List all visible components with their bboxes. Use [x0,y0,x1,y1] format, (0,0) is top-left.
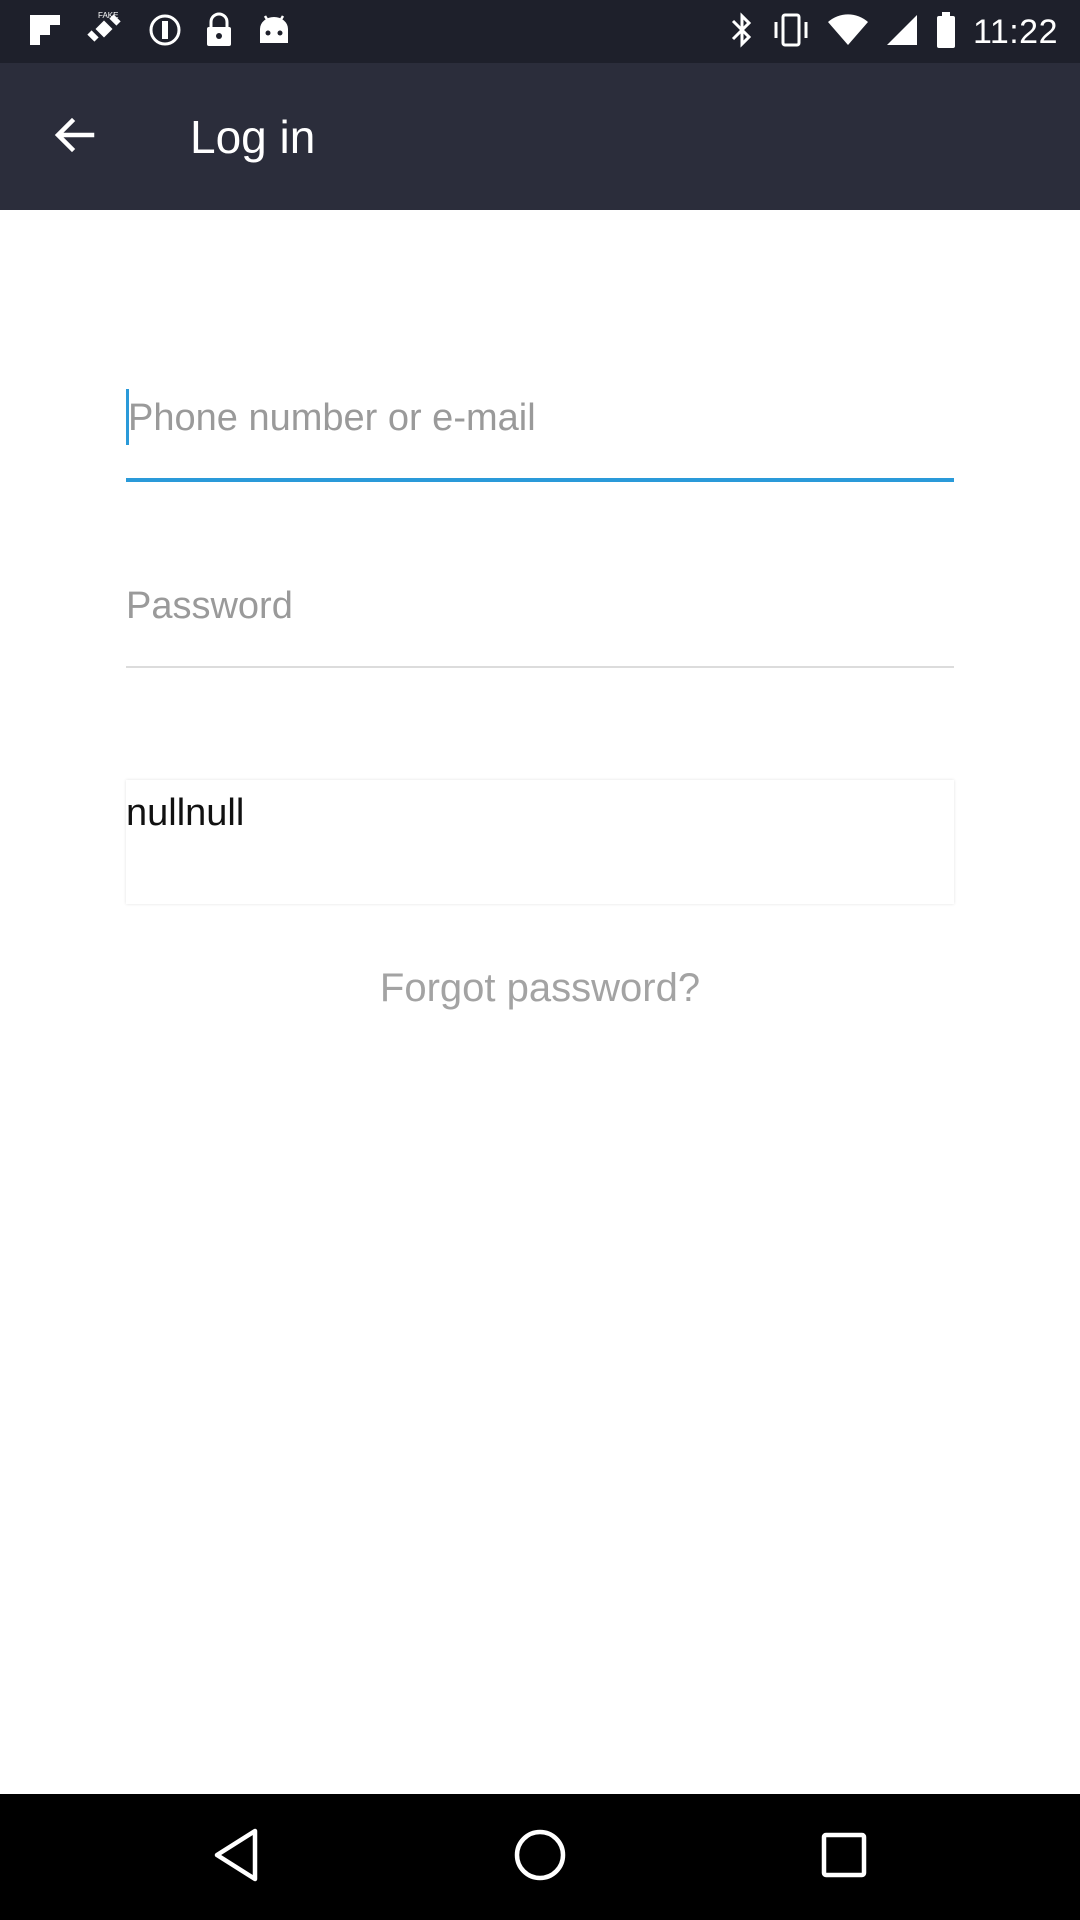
login-form: nullnull Forgot password? [0,210,1080,1794]
nav-recents-button[interactable] [799,1812,889,1902]
status-bar: FAKE 11:22 [0,0,1080,63]
signal-icon [885,13,919,52]
alert-circle-icon [148,13,182,52]
nav-home-button[interactable] [495,1812,585,1902]
email-field-container [126,386,956,482]
vibrate-icon [771,12,811,53]
forgot-password-link[interactable]: Forgot password? [0,966,1080,1011]
email-field-underline [126,478,954,482]
app-bar: Log in [0,63,1080,210]
navigation-bar [0,1794,1080,1920]
phone-or-email-input[interactable] [128,386,956,450]
bluetooth-icon [729,10,755,55]
nav-home-icon [512,1827,568,1888]
flipboard-icon [28,13,62,52]
lock-icon [204,12,234,53]
password-field-container [126,570,954,668]
status-left-icons: FAKE [28,10,292,54]
back-button[interactable] [38,101,110,173]
nav-back-icon [211,1827,261,1888]
wifi-icon [827,13,869,52]
fake-gps-icon: FAKE [84,9,126,56]
password-input[interactable] [126,574,954,638]
battery-icon [935,11,957,54]
message-text: nullnull [126,792,245,834]
password-field-underline [126,666,954,668]
status-time: 11:22 [972,12,1058,51]
nav-recents-icon [819,1830,869,1885]
android-icon [256,13,292,52]
arrow-back-icon [52,113,96,162]
svg-text:FAKE: FAKE [98,11,118,20]
status-right-icons: 11:22 [729,10,1058,54]
nav-back-button[interactable] [191,1812,281,1902]
message-box: nullnull [126,780,954,904]
page-title: Log in [190,111,316,163]
